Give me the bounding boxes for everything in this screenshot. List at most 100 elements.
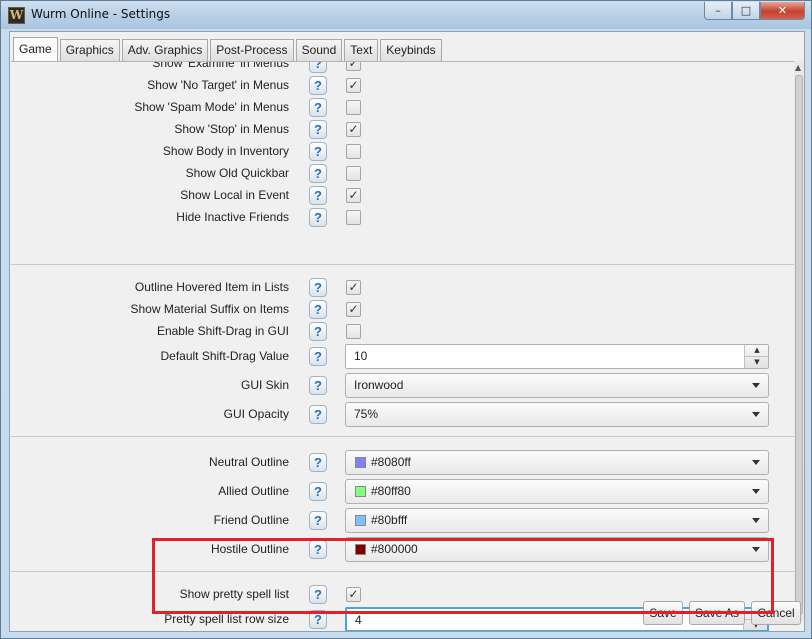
shift-drag-checkbox[interactable] xyxy=(346,324,361,339)
color-swatch xyxy=(355,515,366,526)
help-icon[interactable]: ? xyxy=(309,278,327,297)
setting-checkbox[interactable]: ✓ xyxy=(346,78,361,93)
increment-arrow-icon[interactable]: ▲ xyxy=(745,345,769,357)
setting-row: Show Local in Event? ✓ xyxy=(11,185,795,207)
scroll-up-arrow-icon[interactable]: ▲ xyxy=(795,63,801,72)
chevron-down-icon xyxy=(752,489,760,494)
chevron-down-icon xyxy=(752,460,760,465)
neutral-outline-color-picker[interactable]: #8080ff xyxy=(345,450,769,475)
shift-drag-value-spinner[interactable]: 10 ▲ ▼ xyxy=(345,344,769,369)
help-icon[interactable]: ? xyxy=(309,120,327,139)
setting-checkbox[interactable] xyxy=(346,144,361,159)
setting-row-neutral-outline: Neutral Outline ? #8080ff xyxy=(11,450,795,475)
setting-checkbox[interactable] xyxy=(346,166,361,181)
friend-outline-color-picker[interactable]: #80bfff xyxy=(345,508,769,533)
app-icon: W xyxy=(8,7,25,24)
help-icon[interactable]: ? xyxy=(309,585,327,604)
help-icon[interactable]: ? xyxy=(309,511,327,530)
close-button[interactable]: ✕ xyxy=(760,2,805,20)
tab-text[interactable]: Text xyxy=(344,39,379,61)
section-divider xyxy=(11,264,795,265)
cancel-button[interactable]: Cancel xyxy=(751,601,801,625)
help-icon[interactable]: ? xyxy=(309,347,327,366)
setting-label: Show 'No Target' in Menus xyxy=(147,78,289,92)
setting-label: Allied Outline xyxy=(218,484,289,498)
game-settings-panel: Show 'Examine' in Menus? ✓ Show 'No Target… xyxy=(11,61,795,631)
help-icon[interactable]: ? xyxy=(309,610,327,629)
gui-skin-dropdown[interactable]: Ironwood xyxy=(345,373,769,398)
chevron-down-icon xyxy=(752,383,760,388)
help-icon[interactable]: ? xyxy=(309,540,327,559)
minimize-button[interactable]: – xyxy=(704,2,732,20)
dropdown-value: Ironwood xyxy=(354,378,404,392)
setting-label: Neutral Outline xyxy=(208,455,289,469)
vertical-scrollbar[interactable]: ▲ xyxy=(794,61,804,621)
help-icon[interactable]: ? xyxy=(309,208,327,227)
setting-checkbox[interactable]: ✓ xyxy=(346,188,361,203)
maximize-button[interactable]: □ xyxy=(732,2,760,20)
setting-label: Outline Hovered Item in Lists xyxy=(134,280,289,294)
window-controls: – □ ✕ xyxy=(704,2,805,20)
section-divider xyxy=(11,436,795,437)
allied-outline-color-picker[interactable]: #80ff80 xyxy=(345,479,769,504)
help-icon[interactable]: ? xyxy=(309,322,327,341)
save-button[interactable]: Save xyxy=(643,601,683,625)
tab-game[interactable]: Game xyxy=(13,37,58,61)
color-value: #800000 xyxy=(371,542,418,556)
color-value: #80bfff xyxy=(371,513,408,527)
setting-row: Hide Inactive Friends? xyxy=(11,207,795,229)
help-icon[interactable]: ? xyxy=(309,62,327,73)
scroll-thumb[interactable] xyxy=(795,75,803,615)
color-value: #80ff80 xyxy=(371,484,411,498)
outline-hovered-checkbox[interactable]: ✓ xyxy=(346,280,361,295)
setting-checkbox[interactable] xyxy=(346,210,361,225)
help-icon[interactable]: ? xyxy=(309,98,327,117)
help-icon[interactable]: ? xyxy=(309,164,327,183)
help-icon[interactable]: ? xyxy=(309,453,327,472)
help-icon[interactable]: ? xyxy=(309,142,327,161)
spinner-value[interactable]: 10 xyxy=(354,349,367,363)
gui-opacity-dropdown[interactable]: 75% xyxy=(345,402,769,427)
dropdown-value: 75% xyxy=(354,407,379,421)
settings-content: Game Graphics Adv. Graphics Post-Process… xyxy=(9,31,805,632)
setting-label: Show Local in Event xyxy=(180,188,289,202)
help-icon[interactable]: ? xyxy=(309,405,327,424)
pretty-spell-list-checkbox[interactable]: ✓ xyxy=(346,587,361,602)
help-icon[interactable]: ? xyxy=(309,186,327,205)
hostile-outline-color-picker[interactable]: #800000 xyxy=(345,537,769,562)
tab-post-process[interactable]: Post-Process xyxy=(210,39,294,61)
help-icon[interactable]: ? xyxy=(309,76,327,95)
setting-label: Pretty spell list row size xyxy=(164,612,289,626)
setting-row-outline-hovered: Outline Hovered Item in Lists ? ✓ xyxy=(11,277,795,299)
window-title: Wurm Online - Settings xyxy=(31,7,171,21)
tab-adv-graphics[interactable]: Adv. Graphics xyxy=(121,39,209,61)
setting-row: Show 'No Target' in Menus? ✓ xyxy=(11,75,795,97)
help-icon[interactable]: ? xyxy=(309,376,327,395)
setting-row: Show 'Stop' in Menus? ✓ xyxy=(11,119,795,141)
chevron-down-icon xyxy=(752,412,760,417)
tab-bar: Game Graphics Adv. Graphics Post-Process… xyxy=(13,37,444,61)
tab-keybinds[interactable]: Keybinds xyxy=(380,39,442,61)
setting-row-shift-drag-value: Default Shift-Drag Value ? 10 ▲ ▼ xyxy=(11,344,795,369)
help-icon[interactable]: ? xyxy=(309,300,327,319)
tab-graphics[interactable]: Graphics xyxy=(59,39,120,61)
setting-label: Enable Shift-Drag in GUI xyxy=(156,324,289,338)
tab-sound[interactable]: Sound xyxy=(295,39,343,61)
setting-checkbox[interactable]: ✓ xyxy=(346,62,361,71)
setting-label: Show pretty spell list xyxy=(179,587,289,601)
help-icon[interactable]: ? xyxy=(309,482,327,501)
decrement-arrow-icon[interactable]: ▼ xyxy=(745,357,769,369)
setting-row: Show Old Quickbar? xyxy=(11,163,795,185)
spinner-value[interactable]: 4 xyxy=(355,613,362,627)
chevron-down-icon xyxy=(752,547,760,552)
setting-label: Show 'Examine' in Menus xyxy=(152,61,289,70)
setting-row-shift-drag: Enable Shift-Drag in GUI ? xyxy=(11,321,795,343)
setting-label: Show 'Stop' in Menus xyxy=(174,122,289,136)
color-swatch xyxy=(355,544,366,555)
material-suffix-checkbox[interactable]: ✓ xyxy=(346,302,361,317)
setting-checkbox[interactable] xyxy=(346,100,361,115)
setting-checkbox[interactable]: ✓ xyxy=(346,122,361,137)
save-as-button[interactable]: Save As xyxy=(689,601,745,625)
title-bar[interactable]: W Wurm Online - Settings – □ ✕ xyxy=(1,1,811,29)
setting-label: Show Body in Inventory xyxy=(162,144,289,158)
